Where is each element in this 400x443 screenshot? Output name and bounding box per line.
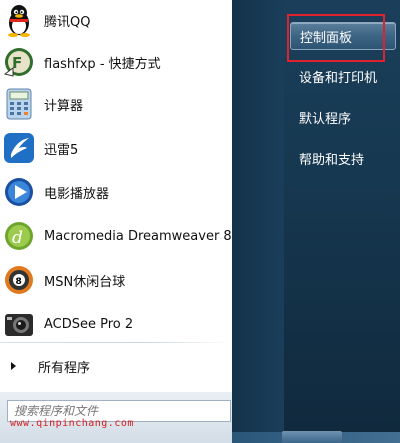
svg-text:8: 8	[16, 277, 22, 287]
devices-printers-label: 设备和打印机	[299, 70, 378, 86]
all-programs-button[interactable]: 所有程序	[0, 352, 232, 380]
arrow-right-icon	[11, 362, 16, 370]
thunder-icon	[2, 131, 36, 165]
program-item-msn-billiards[interactable]: 8 MSN休闲台球	[0, 260, 232, 300]
panel-edge	[232, 0, 284, 443]
help-support-link[interactable]: 帮助和支持	[290, 144, 396, 172]
svg-text:d: d	[12, 228, 23, 248]
help-support-label: 帮助和支持	[299, 152, 365, 168]
all-programs-label: 所有程序	[38, 360, 91, 376]
program-item-flashfxp[interactable]: F flashfxp - 快捷方式	[0, 42, 232, 82]
svg-text:F: F	[12, 54, 22, 72]
media-player-icon	[2, 175, 36, 209]
program-label-qq: 腾讯QQ	[44, 14, 91, 30]
program-item-media-player[interactable]: 电影播放器	[0, 172, 232, 212]
shutdown-button[interactable]	[282, 431, 342, 443]
program-item-dreamweaver[interactable]: d Macromedia Dreamweaver 8	[0, 216, 232, 256]
default-programs-label: 默认程序	[299, 111, 352, 127]
acdsee-camera-icon	[2, 307, 36, 341]
program-item-thunder[interactable]: 迅雷5	[0, 128, 232, 168]
billiards-8ball-icon: 8	[2, 263, 36, 297]
program-item-qq[interactable]: 腾讯QQ	[0, 0, 232, 40]
default-programs-link[interactable]: 默认程序	[290, 103, 396, 131]
control-panel-label: 控制面板	[300, 30, 353, 46]
devices-printers-link[interactable]: 设备和打印机	[290, 62, 396, 90]
watermark-text: www.qinpinchang.com	[10, 418, 134, 429]
qq-penguin-icon	[2, 3, 36, 37]
program-label-msn-billiards: MSN休闲台球	[44, 274, 126, 290]
program-label-thunder: 迅雷5	[44, 142, 79, 158]
program-label-media-player: 电影播放器	[44, 186, 110, 202]
program-label-calculator: 计算器	[44, 98, 84, 114]
flashfxp-icon: F	[2, 45, 36, 79]
programs-separator	[0, 342, 232, 343]
control-panel-link[interactable]: 控制面板	[290, 22, 396, 50]
program-item-acdsee[interactable]: ACDSee Pro 2	[0, 304, 232, 344]
dreamweaver-icon: d	[2, 219, 36, 253]
program-label-flashfxp: flashfxp - 快捷方式	[44, 56, 161, 72]
program-item-calculator[interactable]: 计算器	[0, 84, 232, 124]
program-label-dreamweaver: Macromedia Dreamweaver 8	[44, 228, 232, 244]
programs-panel: 腾讯QQ F flashfxp - 快捷方式 计算器 迅雷5 电影播放器 d M…	[0, 0, 232, 443]
start-menu: 腾讯QQ F flashfxp - 快捷方式 计算器 迅雷5 电影播放器 d M…	[0, 0, 400, 443]
system-links-panel: 控制面板 设备和打印机 默认程序 帮助和支持	[232, 0, 400, 443]
calculator-icon	[2, 87, 36, 121]
program-label-acdsee: ACDSee Pro 2	[44, 316, 134, 332]
